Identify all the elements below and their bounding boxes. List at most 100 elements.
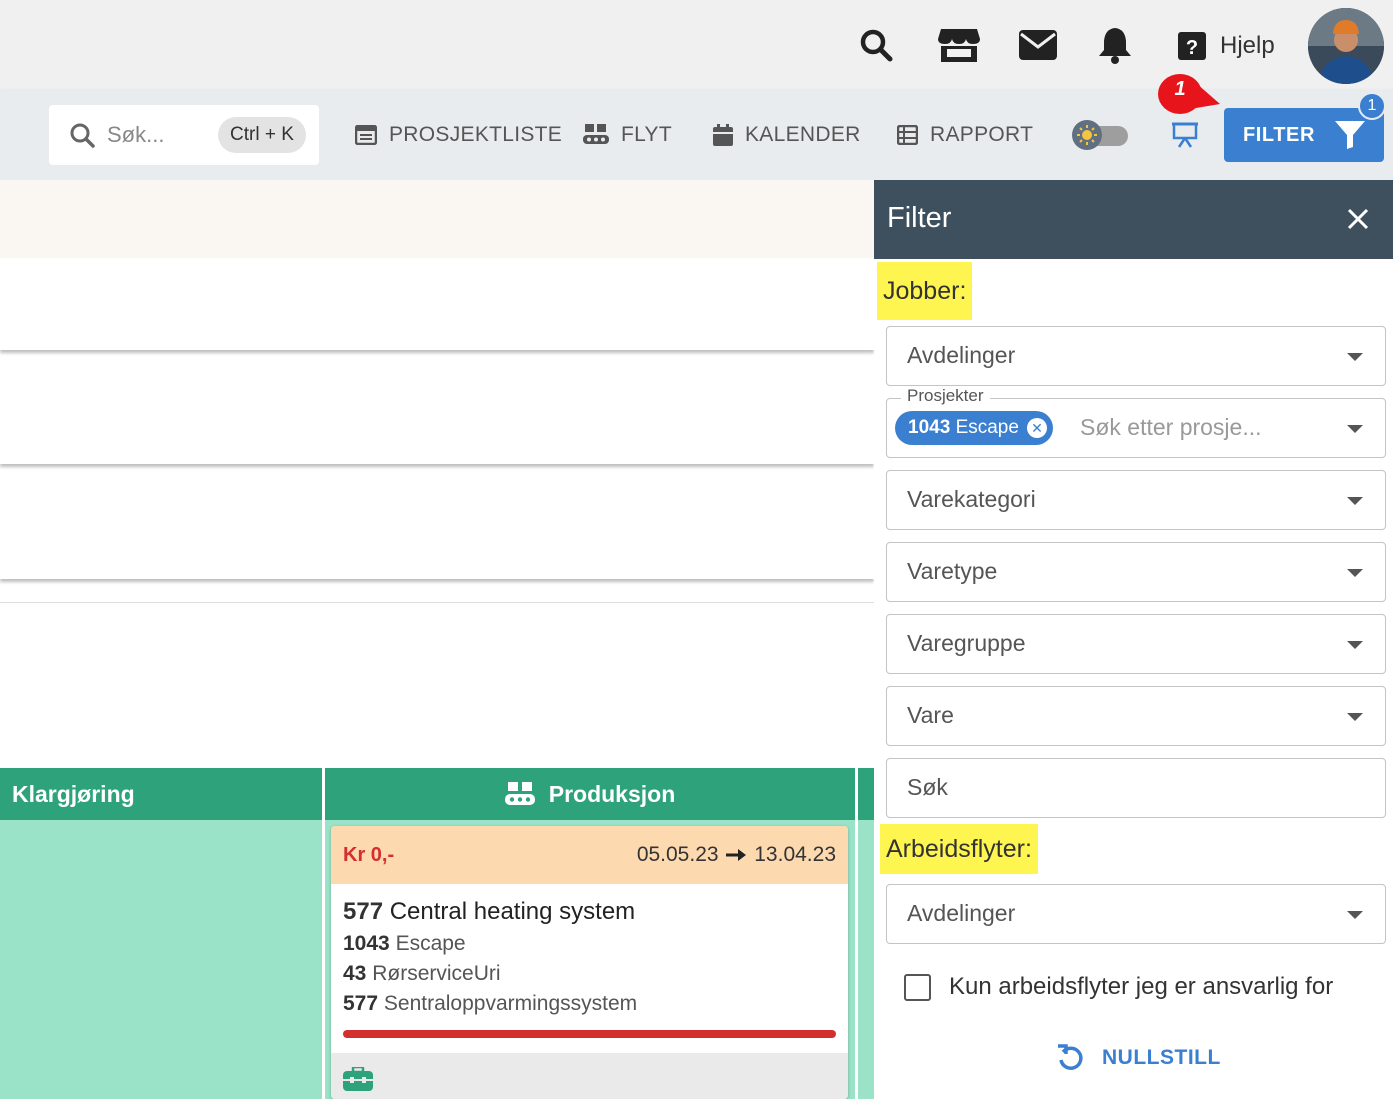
search-box[interactable]: Søk... Ctrl + K xyxy=(49,105,319,165)
only-mine-checkbox-row[interactable]: Kun arbeidsflyter jeg er ansvarlig for xyxy=(904,973,1333,1001)
job-card[interactable]: Kr 0,- 05.05.23 13.04.23 577 Central hea… xyxy=(331,826,848,1099)
field-label: Avdelinger xyxy=(907,342,1016,368)
job-name: Central heating system xyxy=(389,898,636,925)
search-icon xyxy=(70,123,95,148)
job-number: 577 xyxy=(343,898,384,925)
type-select[interactable]: Varetype xyxy=(886,542,1386,602)
jobs-heading: Jobber: xyxy=(877,262,973,320)
workflows-heading: Arbeidsflyter: xyxy=(880,824,1038,874)
projects-search-placeholder[interactable]: Søk etter prosje... xyxy=(1080,414,1262,441)
mail-icon[interactable] xyxy=(1018,26,1058,64)
nav-flow-label: FLYT xyxy=(621,123,672,146)
project-name: Escape xyxy=(395,932,466,955)
presentation-icon[interactable] xyxy=(1172,122,1198,153)
chevron-down-icon xyxy=(1347,713,1363,721)
job-customer: 43 RørserviceUri xyxy=(343,962,836,986)
annotation-number: 1 xyxy=(1174,78,1186,100)
column-title: Produksjon xyxy=(548,780,676,807)
toolbox-icon[interactable] xyxy=(343,1065,373,1091)
column-body-klargjoring xyxy=(0,820,322,1099)
projects-legend: Prosjekter xyxy=(901,386,990,406)
project-number: 1043 xyxy=(343,932,390,955)
field-label: Avdelinger xyxy=(907,900,1016,926)
chevron-down-icon xyxy=(1347,641,1363,649)
annotation-marker: 1 xyxy=(1158,72,1220,118)
item-select[interactable]: Vare xyxy=(886,686,1386,746)
nav-flow[interactable]: FLYT xyxy=(583,120,672,150)
help-label: Hjelp xyxy=(1220,32,1275,59)
job-price: Kr 0,- xyxy=(343,843,395,866)
conveyor-icon xyxy=(504,782,535,805)
filter-count-badge: 1 xyxy=(1358,92,1386,120)
category-select[interactable]: Varekategori xyxy=(886,470,1386,530)
projects-select[interactable]: Prosjekter 1043 Escape ✕ Søk etter prosj… xyxy=(886,386,1386,458)
job-date-end: 13.04.23 xyxy=(754,843,836,866)
only-mine-label: Kun arbeidsflyter jeg er ansvarlig for xyxy=(949,973,1334,1000)
job-card-footer xyxy=(331,1053,848,1099)
jobs-departments-select[interactable]: Avdelinger xyxy=(886,326,1386,386)
calendar-icon xyxy=(713,124,733,146)
question-icon: ? xyxy=(1178,32,1206,60)
column-title: Klargjøring xyxy=(12,780,135,807)
field-label: Varegruppe xyxy=(907,630,1026,656)
customer-name: RørserviceUri xyxy=(372,962,501,985)
customer-number: 43 xyxy=(343,962,367,985)
reset-label: NULLSTILL xyxy=(1102,1046,1221,1069)
job-dates: 05.05.23 13.04.23 xyxy=(637,843,836,867)
nav-report[interactable]: RAPPORT xyxy=(897,120,1033,150)
search-field[interactable]: Søk xyxy=(886,758,1386,818)
board-spacer xyxy=(0,602,874,768)
project-chip[interactable]: 1043 Escape ✕ xyxy=(895,411,1053,445)
chevron-down-icon xyxy=(1347,569,1363,577)
nav-project-list-label: PROSJEKTLISTE xyxy=(389,123,563,146)
avatar[interactable] xyxy=(1308,8,1384,84)
chevron-down-icon xyxy=(1347,497,1363,505)
field-label: Varetype xyxy=(907,558,998,584)
nav-report-label: RAPPORT xyxy=(930,123,1034,146)
list-icon xyxy=(355,125,377,145)
close-icon[interactable] xyxy=(1346,207,1370,231)
reset-button[interactable]: NULLSTILL xyxy=(1056,1043,1221,1073)
board-row xyxy=(0,372,874,464)
only-mine-checkbox[interactable] xyxy=(904,973,931,1001)
store-icon[interactable] xyxy=(936,26,982,64)
workflow-departments-select[interactable]: Avdelinger xyxy=(886,884,1386,944)
group-select[interactable]: Varegruppe xyxy=(886,614,1386,674)
column-header-produksjon: Produksjon xyxy=(325,768,855,820)
filter-panel-title: Filter xyxy=(887,202,952,234)
nav-project-list[interactable]: PROSJEKTLISTE xyxy=(355,120,562,150)
board-row xyxy=(0,258,874,350)
search-shortcut: Ctrl + K xyxy=(218,117,306,153)
job-title: 577 Central heating system xyxy=(343,898,836,926)
undo-icon xyxy=(1058,1044,1083,1070)
job-project: 1043 Escape xyxy=(343,932,836,956)
svg-text:?: ? xyxy=(1186,37,1198,59)
item-number: 577 xyxy=(343,992,379,1015)
search-icon[interactable] xyxy=(857,26,895,64)
search-field-label: Søk xyxy=(907,774,948,800)
field-label: Vare xyxy=(907,702,954,728)
bell-icon[interactable] xyxy=(1097,26,1133,64)
help-button[interactable]: ? Hjelp xyxy=(1178,28,1275,64)
job-card-body: 577 Central heating system 1043 Escape 4… xyxy=(331,884,848,1038)
nav-calendar[interactable]: KALENDER xyxy=(713,120,861,150)
filter-button[interactable]: FILTER xyxy=(1224,108,1384,162)
chip-number: 1043 xyxy=(908,417,951,438)
remove-chip-icon[interactable]: ✕ xyxy=(1026,418,1047,438)
item-name: Sentraloppvarmingssystem xyxy=(383,992,638,1015)
nav-calendar-label: KALENDER xyxy=(745,123,861,146)
column-header-klargjoring: Klargjøring xyxy=(0,768,322,820)
chevron-down-icon xyxy=(1347,353,1363,361)
job-progress-bar xyxy=(343,1030,836,1038)
theme-toggle[interactable] xyxy=(1072,120,1130,150)
filter-panel: Filter Jobber: Avdelinger Prosjekter 104… xyxy=(874,180,1393,1099)
chevron-down-icon xyxy=(1347,425,1363,433)
funnel-icon xyxy=(1335,121,1366,149)
arrow-right-icon xyxy=(726,849,747,862)
job-card-header: Kr 0,- 05.05.23 13.04.23 xyxy=(331,826,848,884)
conveyor-icon xyxy=(583,124,609,144)
chip-name: Escape xyxy=(955,417,1019,438)
field-label: Varekategori xyxy=(907,486,1036,512)
report-icon xyxy=(897,125,918,145)
filter-button-label: FILTER xyxy=(1242,123,1316,146)
